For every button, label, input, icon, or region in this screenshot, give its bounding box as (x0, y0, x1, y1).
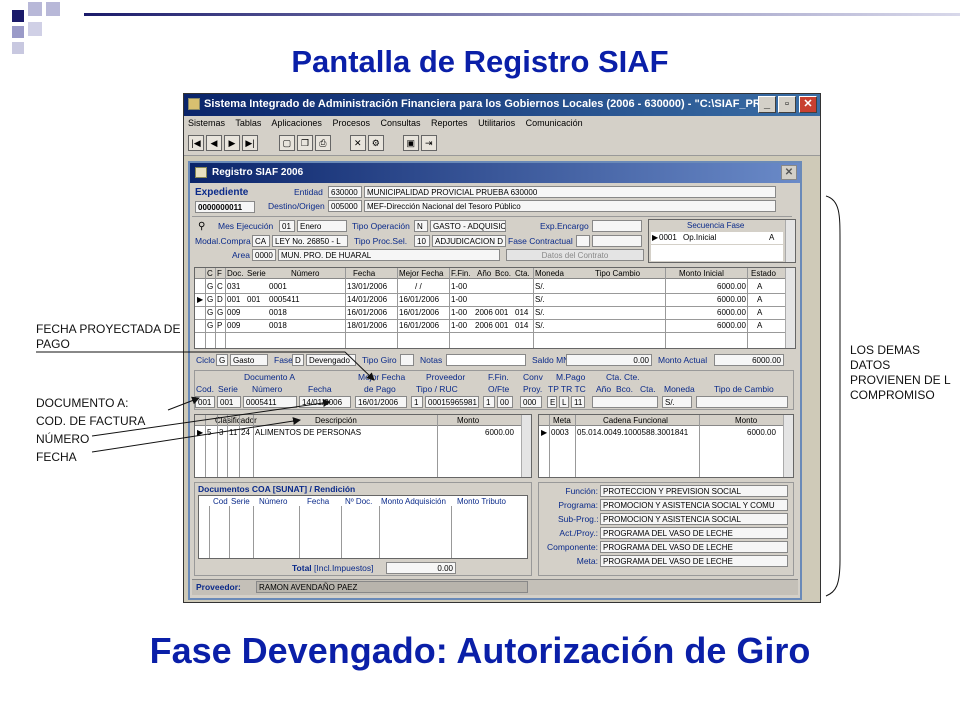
slide-subtitle: Fase Devengado: Autorización de Giro (149, 630, 811, 671)
arrow-cod (167, 396, 200, 411)
bracket-demas-datos (825, 195, 841, 597)
arrow-fecha-proyectada (36, 351, 375, 381)
annotation-arrows (36, 195, 841, 597)
arrow-fecha (91, 417, 301, 453)
arrow-numero (91, 399, 331, 437)
